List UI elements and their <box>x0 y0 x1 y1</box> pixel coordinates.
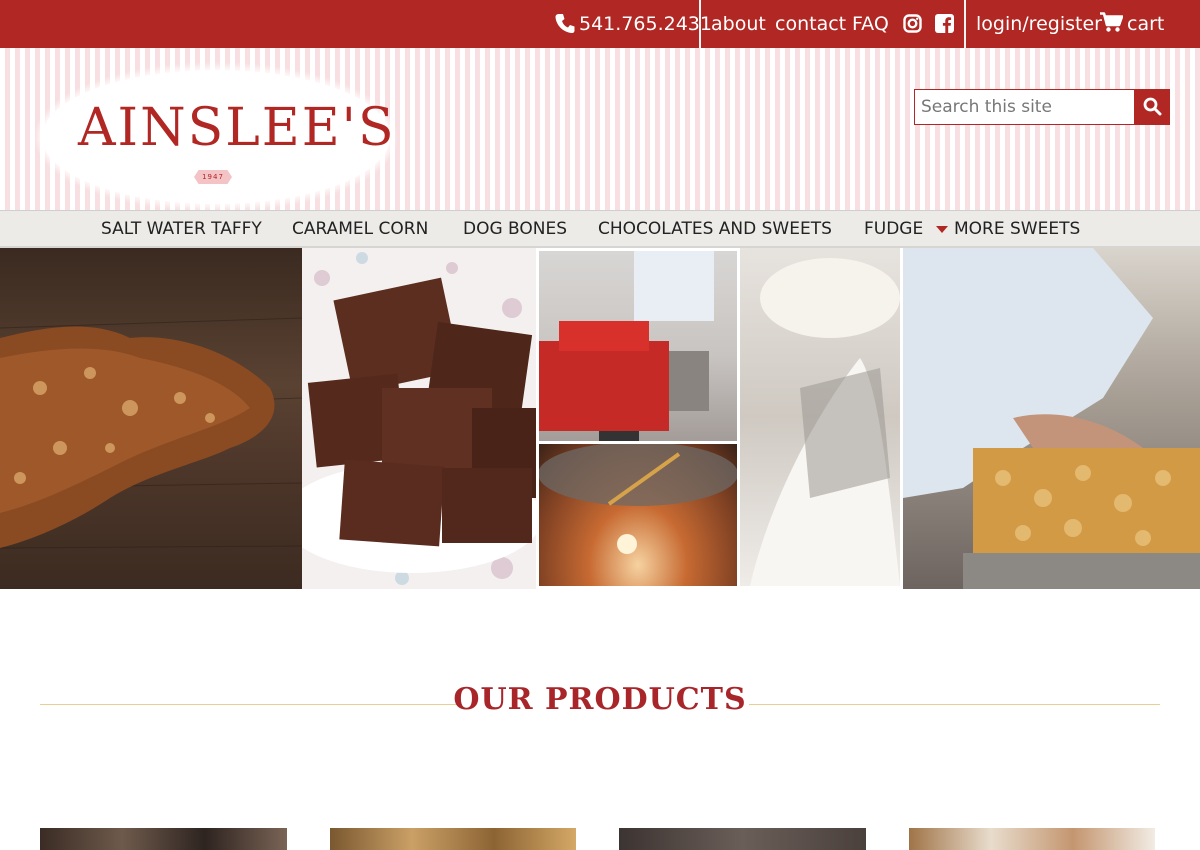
search-button[interactable] <box>1134 89 1170 125</box>
nav-item-dog-bones[interactable]: DOG BONES <box>463 211 567 247</box>
site-search <box>914 89 1170 125</box>
faq-link[interactable]: FAQ <box>852 0 889 48</box>
chevron-down-icon[interactable] <box>936 226 948 233</box>
products-heading: OUR PRODUCTS <box>453 682 747 717</box>
phone-icon <box>555 14 575 33</box>
nav-item-salt-water-taffy[interactable]: SALT WATER TAFFY <box>101 211 262 247</box>
taffy-pulling-photo <box>740 248 900 586</box>
fudge-photo <box>302 248 536 589</box>
nav-item-fudge[interactable]: FUDGE <box>864 211 923 247</box>
product-thumbnail[interactable] <box>40 828 287 850</box>
caramel-corn-photo <box>903 248 1200 589</box>
taffy-machine-photo <box>539 251 737 441</box>
topbar-divider <box>699 0 701 48</box>
phone-number: 541.765.2431 <box>579 13 712 35</box>
main-navigation: SALT WATER TAFFY CARAMEL CORN DOG BONES … <box>0 210 1200 248</box>
search-icon <box>1143 97 1162 116</box>
contact-link[interactable]: contact <box>775 0 846 48</box>
login-register-link[interactable]: login/register <box>976 0 1102 48</box>
product-thumbnail[interactable] <box>909 828 1155 850</box>
about-link[interactable]: about <box>711 0 766 48</box>
topbar-divider <box>964 0 966 48</box>
cart-icon <box>1100 12 1123 32</box>
logo-wordmark: AINSLEE'S <box>78 98 396 158</box>
facebook-icon <box>935 14 954 33</box>
nav-item-caramel-corn[interactable]: CARAMEL CORN <box>292 211 428 247</box>
hero-collage <box>0 248 1200 589</box>
copper-kettle-photo <box>539 444 737 586</box>
site-header: AINSLEE'S 1947 <box>0 48 1200 210</box>
search-input[interactable] <box>914 89 1134 125</box>
product-thumbnail[interactable] <box>330 828 576 850</box>
logo-year-badge: 1947 <box>194 170 232 184</box>
top-utility-bar: 541.765.2431 about contact FAQ login/reg… <box>0 0 1200 48</box>
nav-item-chocolates-and-sweets[interactable]: CHOCOLATES AND SWEETS <box>598 211 832 247</box>
nav-item-more-sweets[interactable]: MORE SWEETS <box>954 211 1080 247</box>
product-thumbnail[interactable] <box>619 828 866 850</box>
peanut-brittle-photo <box>0 248 302 589</box>
instagram-icon <box>903 14 922 33</box>
cart-label: cart <box>1127 13 1165 35</box>
